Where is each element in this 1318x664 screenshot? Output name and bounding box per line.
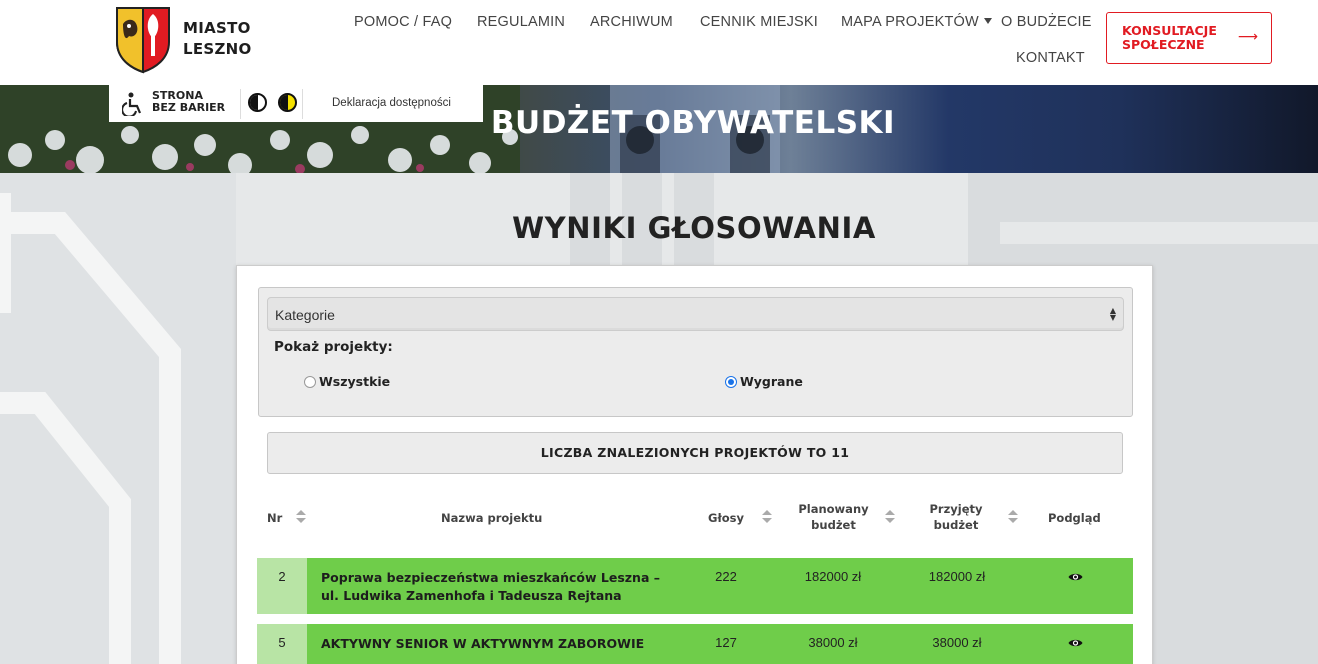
- category-select[interactable]: Kategorie ▲ ▼: [267, 297, 1124, 331]
- radio-won-label: Wygrane: [740, 374, 803, 389]
- eye-icon[interactable]: [1068, 638, 1083, 648]
- accessibility-label: STRONA BEZ BARIER: [152, 89, 226, 114]
- category-select-value: Kategorie: [275, 307, 335, 323]
- header-preview: Podgląd: [1048, 511, 1101, 525]
- row-accepted-budget: 182000 zł: [928, 569, 986, 584]
- radio-won[interactable]: Wygrane: [725, 374, 803, 389]
- city-crest-icon: [116, 7, 170, 74]
- arrow-right-icon: ⟶: [1237, 29, 1258, 45]
- header-name: Nazwa projektu: [441, 511, 543, 525]
- row-nr: 2: [257, 558, 307, 614]
- contrast-dark-icon[interactable]: [248, 93, 267, 112]
- nav-item-help-faq[interactable]: POMOC / FAQ: [354, 14, 452, 30]
- radio-all[interactable]: Wszystkie: [304, 374, 390, 389]
- nav-item-project-map[interactable]: MAPA PROJEKTÓW: [841, 14, 992, 30]
- sort-icon[interactable]: [762, 510, 772, 524]
- divider: [302, 89, 303, 119]
- row-votes: 127: [715, 635, 737, 650]
- show-projects-label: Pokaż projekty:: [274, 339, 393, 355]
- header-nr[interactable]: Nr: [267, 510, 282, 526]
- row-project-name: Poprawa bezpieczeństwa mieszkańców Leszn…: [321, 570, 660, 603]
- radio-all-label: Wszystkie: [319, 374, 391, 389]
- wheelchair-icon: [122, 92, 142, 116]
- section-title: WYNIKI GŁOSOWANIA: [512, 211, 876, 245]
- header-accepted-budget[interactable]: Przyjęty budżet: [922, 501, 990, 533]
- radio-all-button[interactable]: [304, 375, 316, 388]
- sort-icon[interactable]: [885, 510, 895, 524]
- chevron-down-icon: [983, 18, 992, 24]
- header-votes[interactable]: Głosy: [708, 510, 744, 526]
- divider: [240, 89, 241, 119]
- select-arrows-icon: ▲ ▼: [1109, 306, 1116, 322]
- contrast-yellow-icon[interactable]: [278, 93, 297, 112]
- accessibility-bar: STRONA BEZ BARIER Deklaracja dostępności: [109, 85, 483, 122]
- row-accepted-budget: 38000 zł: [932, 635, 982, 650]
- accessibility-declaration-link[interactable]: Deklaracja dostępności: [332, 97, 451, 109]
- row-planned-budget: 182000 zł: [804, 569, 862, 584]
- row-planned-budget: 38000 zł: [808, 635, 858, 650]
- row-project-name: AKTYWNY SENIOR W AKTYWNYM ZABOROWIE: [321, 636, 645, 651]
- filter-panel: Kategorie ▲ ▼ Pokaż projekty: Wszystkie W…: [258, 287, 1133, 417]
- nav-item-contact[interactable]: KONTAKT: [1016, 50, 1085, 66]
- brand-name: MIASTO LESZNO: [183, 19, 252, 58]
- logo-link[interactable]: MIASTO LESZNO: [113, 4, 252, 74]
- header-planned-budget[interactable]: Planowany budżet: [795, 501, 872, 533]
- results-card: Kategorie ▲ ▼ Pokaż projekty: Wszystkie W…: [236, 265, 1153, 664]
- row-nr: 5: [257, 624, 307, 664]
- nav-item-about-budget[interactable]: O BUDŻECIE: [1001, 14, 1092, 30]
- site-header: MIASTO LESZNO POMOC / FAQ REGULAMIN ARCH…: [0, 0, 1318, 85]
- table-row: 2 Poprawa bezpieczeństwa mieszkańców Les…: [257, 558, 1133, 614]
- nav-item-regulations[interactable]: REGULAMIN: [477, 14, 565, 30]
- results-count: LICZBA ZNALEZIONYCH PROJEKTÓW TO 11: [267, 432, 1123, 474]
- nav-item-project-map-label: MAPA PROJEKTÓW: [841, 14, 979, 30]
- sort-icon[interactable]: [1008, 510, 1018, 524]
- public-consultations-label: KONSULTACJE SPOŁECZNE: [1122, 23, 1217, 52]
- public-consultations-button[interactable]: KONSULTACJE SPOŁECZNE ⟶: [1106, 12, 1272, 64]
- row-votes: 222: [715, 569, 737, 584]
- nav-item-archive[interactable]: ARCHIWUM: [590, 14, 673, 30]
- eye-icon[interactable]: [1068, 572, 1083, 582]
- nav-item-city-prices[interactable]: CENNIK MIEJSKI: [700, 14, 818, 30]
- table-row: 5 AKTYWNY SENIOR W AKTYWNYM ZABOROWIE 12…: [257, 624, 1133, 664]
- sort-icon[interactable]: [296, 510, 306, 524]
- radio-won-button[interactable]: [725, 375, 737, 388]
